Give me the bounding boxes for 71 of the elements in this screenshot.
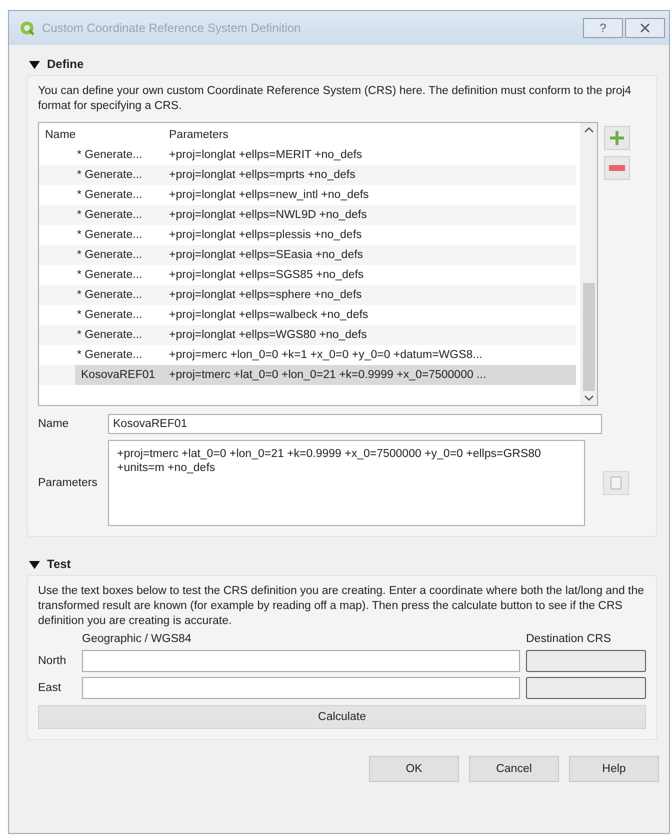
minus-icon [609, 165, 625, 171]
table-row[interactable]: * Generate... +proj=longlat +ellps=NWL9D +no_defs [39, 205, 576, 225]
section-description: Use the text boxes below to test the CRS definition you are creating. Enter a coordinate where both the lat/long and the transformed result are known (for example by reading off a map). Then press the calculate button to see if the CRS definition you are creating is accurate. [38, 584, 646, 629]
section-toggle[interactable]: Define [29, 57, 84, 71]
table-row[interactable]: * Generate... +proj=longlat +ellps=plessis +no_defs [39, 225, 576, 245]
table-cell-text: * Generate... [76, 348, 144, 363]
window-title: Custom Coordinate Reference System Definition [42, 21, 302, 35]
field-label: Name [38, 418, 70, 430]
dialog-button[interactable]: Cancel [469, 756, 559, 782]
dialog-button[interactable]: OK [369, 756, 459, 782]
help-button[interactable]: ? [583, 18, 623, 38]
table-cell-text: * Generate... [76, 168, 144, 183]
table-cell-text: +proj=longlat +ellps=NWL9D +no_defs [168, 208, 368, 223]
app-logo-icon [19, 20, 35, 36]
table-cell-text: * Generate... [76, 268, 144, 283]
table-row[interactable]: * Generate... +proj=longlat +ellps=MERIT +no_defs [39, 145, 576, 165]
name-field[interactable]: KosovaREF01 [108, 414, 602, 434]
section-toggle[interactable]: Test [29, 557, 71, 571]
table-cell-text: +proj=longlat +ellps=WGS80 +no_defs [168, 328, 368, 343]
table-row[interactable]: * Generate... +proj=longlat +ellps=walbeck +no_defs [39, 305, 576, 325]
table-cell-text: * Generate... [76, 328, 144, 343]
scrollbar[interactable] [580, 123, 597, 405]
table-cell: KosovaREF01 [75, 365, 163, 385]
table-row[interactable]: * Generate... +proj=longlat +ellps=SGS85 +no_defs [39, 265, 576, 285]
field-label: Parameters [38, 477, 98, 489]
table-row[interactable]: * Generate... +proj=longlat +ellps=SEasia +no_defs [39, 245, 576, 265]
column-label: Geographic / WGS84 [82, 633, 192, 645]
table-row[interactable]: * Generate... +proj=merc +lon_0=0 +k=1 +x_0=0 +y_0=0 +datum=WGS8... [39, 345, 576, 365]
calculate-button[interactable]: Calculate [38, 705, 646, 729]
plus-icon [609, 130, 625, 146]
column-header: Name [44, 129, 77, 141]
copy-button[interactable] [602, 471, 628, 495]
close-icon [640, 23, 650, 33]
column-label: Destination CRS [526, 633, 612, 645]
table-cell-text: +proj=longlat +ellps=new_intl +no_defs [168, 188, 370, 203]
coordinate-input[interactable] [82, 650, 520, 672]
coordinate-input[interactable] [82, 677, 520, 699]
add-button[interactable] [604, 126, 630, 150]
dialog-button[interactable]: Help [569, 756, 659, 782]
collapse-triangle-icon [29, 58, 40, 70]
scrollbar-thumb[interactable] [583, 283, 595, 391]
field-label: East [38, 682, 62, 694]
table-cell-text: +proj=longlat +ellps=walbeck +no_defs [168, 308, 370, 323]
table-cell-text: * Generate... [76, 188, 144, 203]
remove-button[interactable] [604, 156, 630, 180]
close-button[interactable] [625, 18, 665, 38]
table-row[interactable]: * Generate... +proj=longlat +ellps=WGS80 +no_defs [39, 325, 576, 345]
table-cell-text: * Generate... [76, 208, 144, 223]
table-cell-text: +proj=longlat +ellps=SGS85 +no_defs [168, 268, 365, 283]
parameters-field[interactable]: +proj=tmerc +lat_0=0 +lon_0=21 +k=0.9999 +x_0=7500000 +y_0=0 +ellps=GRS80 +units=m +no_defs [108, 440, 585, 526]
section-description: You can define your own custom Coordinate Reference System (CRS) here. The definition must conform to the proj4 format for specifying a CRS. [38, 84, 632, 114]
collapse-triangle-icon [29, 558, 40, 570]
column-header: Parameters [168, 129, 230, 141]
table-cell-text: +proj=longlat +ellps=plessis +no_defs [168, 228, 363, 243]
table-cell-text: +proj=longlat +ellps=MERIT +no_defs [168, 148, 364, 163]
table-cell-text: +proj=merc +lon_0=0 +k=1 +x_0=0 +y_0=0 +datum=WGS8... [168, 348, 484, 363]
table-cell-text: * Generate... [76, 228, 144, 243]
table-row[interactable]: * Generate... +proj=longlat +ellps=sphere +no_defs [39, 285, 576, 305]
table-cell-text: +proj=longlat +ellps=mprts +no_defs [168, 168, 356, 183]
table-cell-text: +proj=longlat +ellps=sphere +no_defs [168, 288, 363, 303]
field-label: North [38, 655, 68, 667]
table-cell-text: * Generate... [76, 148, 144, 163]
table-cell: +proj=tmerc +lat_0=0 +lon_0=21 +k=0.9999 +x_0=7500000 ... [163, 365, 576, 385]
table-cell-text: * Generate... [76, 308, 144, 323]
table-row[interactable]: KosovaREF01 +proj=tmerc +lat_0=0 +lon_0=21 +k=0.9999 +x_0=7500000 ... [39, 365, 576, 385]
table-cell-text: +proj=longlat +ellps=SEasia +no_defs [168, 248, 364, 263]
table-row[interactable]: * Generate... +proj=longlat +ellps=mprts +no_defs [39, 165, 576, 185]
page-icon [610, 476, 622, 490]
table-cell-text: * Generate... [76, 248, 144, 263]
table-row[interactable]: * Generate... +proj=longlat +ellps=new_intl +no_defs [39, 185, 576, 205]
table-cell-text: * Generate... [76, 288, 144, 303]
